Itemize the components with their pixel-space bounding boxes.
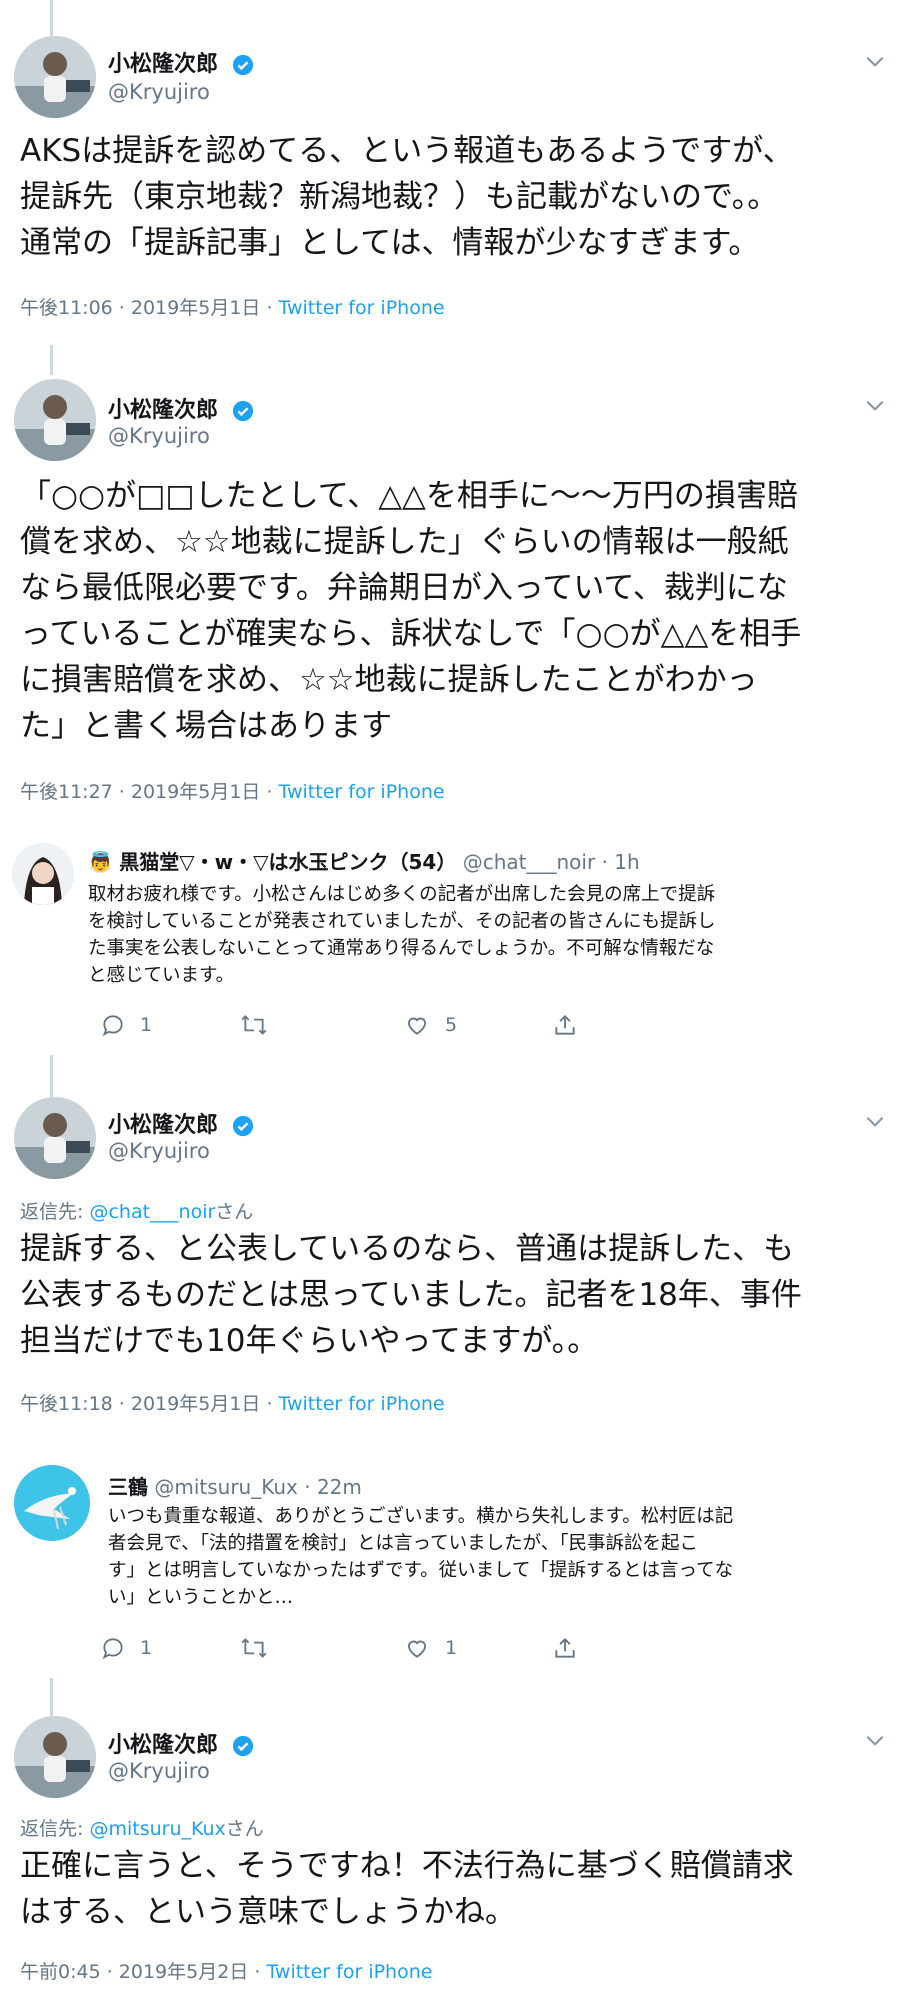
tweet-text: 「○○が□□したとして、△△を相手に〜〜万円の損害賠 償を求め、☆☆地裁に提訴し… — [20, 478, 802, 744]
retweet-icon — [241, 1638, 267, 1658]
share-button[interactable] — [552, 1012, 578, 1038]
thread-line — [50, 345, 53, 375]
retweet-button[interactable] — [240, 1012, 282, 1038]
reply-count: 1 — [140, 1637, 153, 1659]
heart-icon — [407, 1017, 427, 1035]
replying-to: 返信先: @mitsuru_Kuxさん — [20, 1814, 264, 1841]
tweet-source-link[interactable]: Twitter for iPhone — [279, 781, 445, 803]
author-name-text: 小松隆次郎 — [108, 398, 219, 423]
like-count: 5 — [445, 1014, 458, 1036]
retweet-icon — [241, 1015, 267, 1035]
share-icon — [555, 1638, 575, 1658]
reply-text: いつも貴重な報道、ありがとうございます。横から失礼します。松村匠は記 者会見で、… — [108, 1506, 734, 1608]
author-name[interactable]: 小松隆次郎 — [108, 392, 254, 424]
reply-count: 1 — [140, 1014, 153, 1036]
author-handle[interactable]: @Kryujiro — [108, 1759, 210, 1783]
tweet-meta: 午後11:18 · 2019年5月1日 · Twitter for iPhone — [20, 1389, 445, 1416]
author-handle[interactable]: @Kryujiro — [108, 424, 210, 448]
tweet-meta: 午後11:27 · 2019年5月1日 · Twitter for iPhone — [20, 777, 445, 804]
replying-to-handle[interactable]: @chat___noir — [89, 1201, 215, 1223]
thread-line — [50, 1055, 53, 1097]
thread-line — [50, 1678, 53, 1716]
like-count: 1 — [445, 1637, 458, 1659]
reply-author-name[interactable]: 三鶴 — [108, 1475, 148, 1499]
reply-author-handle[interactable]: @chat___noir · 1h — [463, 850, 640, 874]
avatar[interactable] — [14, 1465, 90, 1541]
heart-icon — [407, 1640, 427, 1658]
tweet-source-link[interactable]: Twitter for iPhone — [266, 1961, 432, 1983]
reply-header: 三鶴 @mitsuru_Kux · 22m — [108, 1471, 362, 1500]
author-handle[interactable]: @Kryujiro — [108, 80, 210, 104]
replying-to-suffix: さん — [215, 1201, 254, 1223]
thread-line — [50, 0, 53, 36]
tweet-timestamp[interactable]: 午後11:27 · 2019年5月1日 · — [20, 781, 279, 803]
avatar[interactable] — [14, 1097, 96, 1179]
verified-badge-icon — [232, 1735, 253, 1757]
reply-author-handle[interactable]: @mitsuru_Kux · 22m — [154, 1475, 362, 1499]
author-name[interactable]: 小松隆次郎 — [108, 1727, 254, 1759]
avatar[interactable] — [14, 36, 96, 118]
replying-to-handle[interactable]: @mitsuru_Kux — [89, 1818, 225, 1840]
author-name[interactable]: 小松隆次郎 — [108, 46, 254, 78]
tweet-meta: 午前0:45 · 2019年5月2日 · Twitter for iPhone — [20, 1957, 432, 1984]
angel-emoji-icon: 👼 — [88, 850, 113, 874]
share-button[interactable] — [552, 1635, 578, 1661]
author-handle[interactable]: @Kryujiro — [108, 1139, 210, 1163]
tweet-source-link[interactable]: Twitter for iPhone — [279, 1393, 445, 1415]
avatar[interactable] — [14, 379, 96, 461]
replying-to-label: 返信先: — [20, 1201, 90, 1223]
author-name[interactable]: 小松隆次郎 — [108, 1107, 254, 1139]
reply-icon — [102, 1015, 123, 1037]
verified-badge-icon — [232, 400, 253, 422]
tweet-source-link[interactable]: Twitter for iPhone — [279, 297, 445, 319]
tweet-text: AKSは提訴を認めてる、という報道もあるようですが、 提訴先（東京地裁？新潟地裁… — [20, 133, 794, 261]
reply-author-name[interactable]: 黒猫堂▽・w・▽は水玉ピンク（54） — [119, 850, 456, 874]
verified-badge-icon — [232, 1115, 253, 1137]
like-button[interactable]: 1 — [403, 1635, 457, 1661]
tweet-timestamp[interactable]: 午後11:06 · 2019年5月1日 · — [20, 297, 279, 319]
avatar[interactable] — [14, 1716, 96, 1798]
tweet-text: 正確に言うと、そうですね！不法行為に基づく賠償請求 はする、という意味でしょうか… — [20, 1848, 794, 1930]
reply-button[interactable]: 1 — [100, 1635, 152, 1661]
reply-icon — [102, 1638, 123, 1660]
chevron-down-icon[interactable] — [862, 392, 888, 418]
avatar[interactable] — [12, 843, 74, 905]
verified-badge-icon — [232, 54, 253, 76]
chevron-down-icon[interactable] — [862, 48, 888, 74]
replying-to-suffix: さん — [225, 1818, 264, 1840]
replying-to-label: 返信先: — [20, 1818, 90, 1840]
author-name-text: 小松隆次郎 — [108, 1113, 219, 1138]
reply-header: 👼 黒猫堂▽・w・▽は水玉ピンク（54） @chat___noir · 1h — [88, 846, 640, 875]
chevron-down-icon[interactable] — [862, 1727, 888, 1753]
reply-button[interactable]: 1 — [100, 1012, 152, 1038]
tweet-text: 提訴する、と公表しているのなら、普通は提訴した、も 公表するものだとは思っていま… — [20, 1231, 802, 1359]
share-icon — [555, 1015, 575, 1035]
chevron-down-icon[interactable] — [862, 1108, 888, 1134]
replying-to: 返信先: @chat___noirさん — [20, 1197, 253, 1224]
tweet-timestamp[interactable]: 午後11:18 · 2019年5月1日 · — [20, 1393, 279, 1415]
tweet-meta: 午後11:06 · 2019年5月1日 · Twitter for iPhone — [20, 293, 445, 320]
like-button[interactable]: 5 — [403, 1012, 457, 1038]
retweet-button[interactable] — [240, 1635, 282, 1661]
tweet-timestamp[interactable]: 午前0:45 · 2019年5月2日 · — [20, 1961, 266, 1983]
reply-text: 取材お疲れ様です。小松さんはじめ多くの記者が出席した会見の席上で提訴 を検討して… — [88, 884, 716, 986]
author-name-text: 小松隆次郎 — [108, 1733, 219, 1758]
author-name-text: 小松隆次郎 — [108, 52, 219, 77]
